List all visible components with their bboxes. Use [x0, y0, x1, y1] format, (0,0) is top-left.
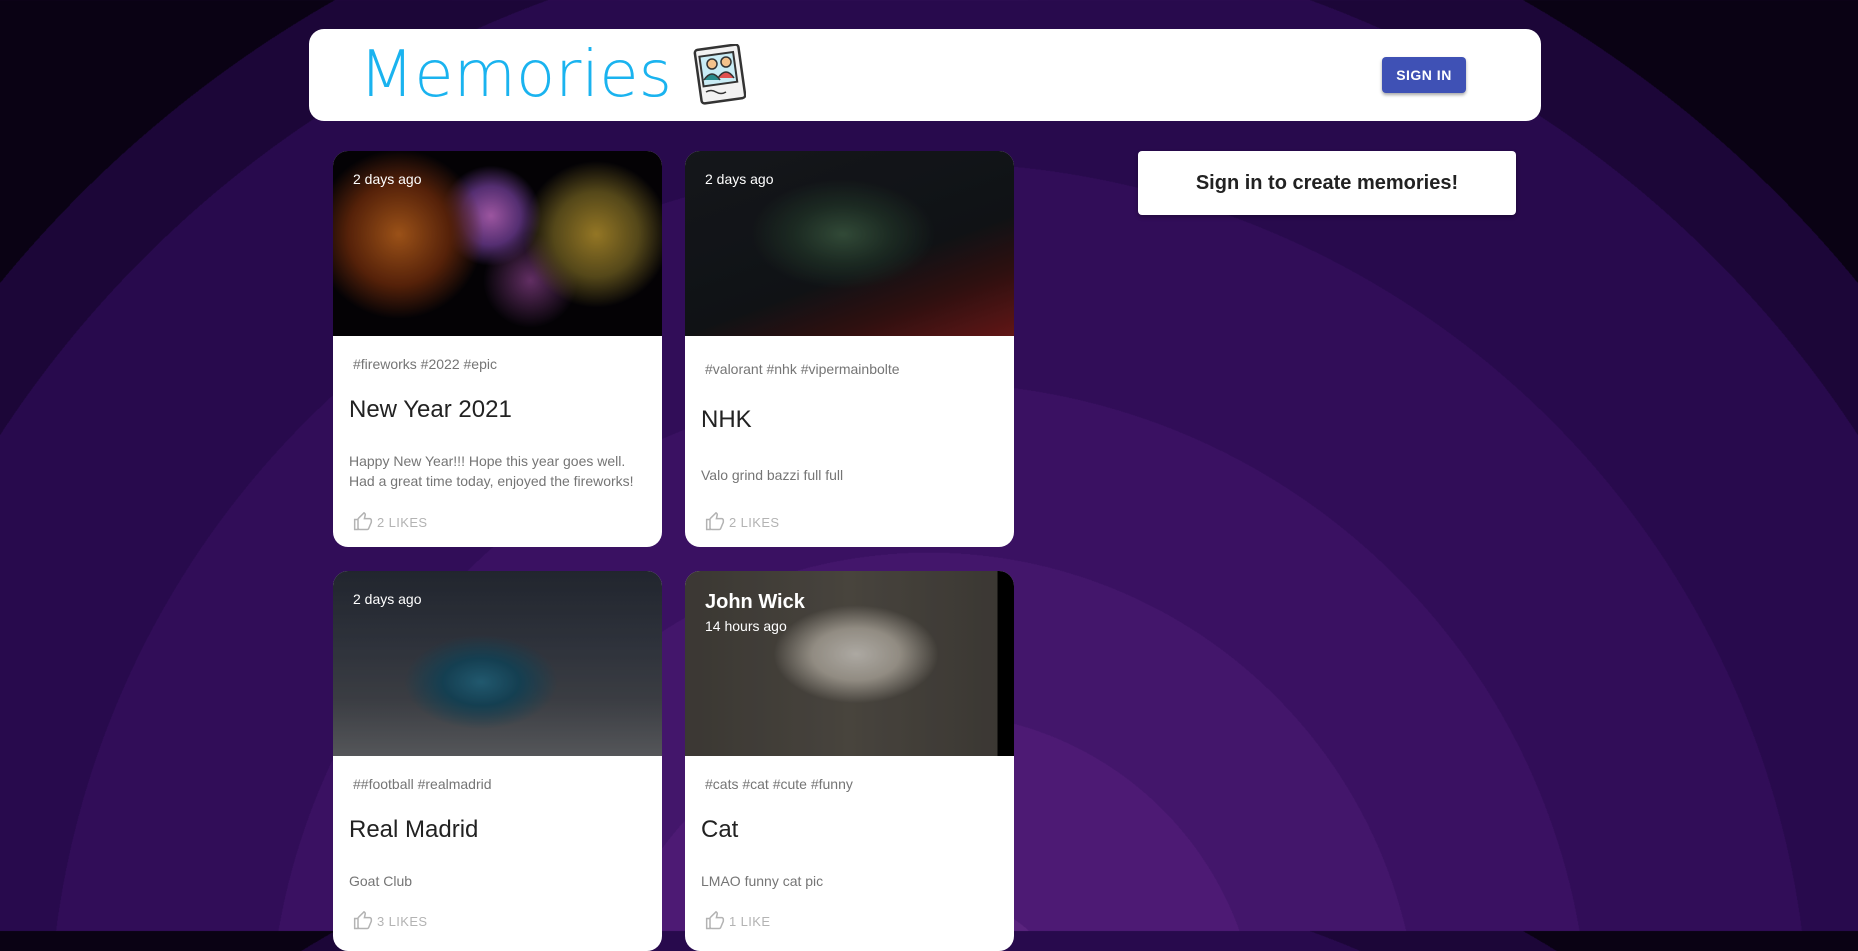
like-button[interactable]: 3 LIKES	[353, 911, 428, 931]
like-button[interactable]: 1 LIKE	[705, 911, 770, 931]
post-title: New Year 2021	[349, 396, 512, 423]
post-title: Cat	[701, 816, 739, 843]
football-image: 2 days ago	[333, 571, 662, 756]
app-bar: Memories SIGN IN	[309, 29, 1541, 121]
post-author: John Wick	[705, 591, 805, 613]
post-message: LMAO funny cat pic	[701, 873, 824, 889]
post-card[interactable]: 2 days ago #fireworks #2022 #epic New Ye…	[333, 151, 662, 547]
post-time: 2 days ago	[353, 171, 422, 187]
post-meta: 2 days ago	[353, 171, 422, 187]
post-tags: ##football #realmadrid	[353, 776, 492, 792]
brand-title[interactable]: Memories	[359, 43, 672, 107]
sign-in-button[interactable]: SIGN IN	[1382, 57, 1466, 93]
post-meta: John Wick 14 hours ago	[705, 591, 805, 634]
post-title: NHK	[701, 406, 752, 433]
like-count: 1 LIKE	[729, 913, 771, 929]
signin-prompt-text: Sign in to create memories!	[1195, 171, 1459, 194]
thumb-up-icon	[353, 911, 373, 930]
post-title: Real Madrid	[349, 816, 479, 843]
like-count: 3 LIKES	[377, 913, 428, 929]
post-time: 2 days ago	[353, 591, 422, 607]
post-message: Goat Club	[349, 873, 413, 889]
post-message: Happy New Year!!! Hope this year goes we…	[349, 453, 634, 489]
cat-image: John Wick 14 hours ago	[685, 571, 1014, 756]
like-count: 2 LIKES	[377, 514, 428, 530]
post-time: 2 days ago	[705, 171, 774, 187]
like-button[interactable]: 2 LIKES	[353, 512, 428, 532]
post-card[interactable]: 2 days ago ##football #realmadrid Real M…	[333, 571, 662, 951]
thumb-up-icon	[705, 512, 725, 531]
photo-memories-icon	[693, 44, 746, 105]
post-card[interactable]: 2 days ago #valorant #nhk #vipermainbolt…	[685, 151, 1014, 547]
thumb-up-icon	[705, 911, 725, 930]
post-meta: 2 days ago	[705, 171, 774, 187]
post-card[interactable]: John Wick 14 hours ago #cats #cat #cute …	[685, 571, 1014, 951]
thumb-up-icon	[353, 512, 373, 531]
like-count: 2 LIKES	[729, 514, 780, 530]
valorant-image: 2 days ago	[685, 151, 1014, 336]
post-tags: #valorant #nhk #vipermainbolte	[705, 361, 900, 377]
post-message: Valo grind bazzi full full	[701, 467, 844, 483]
post-tags: #cats #cat #cute #funny	[705, 776, 853, 792]
fireworks-image: 2 days ago	[333, 151, 662, 336]
post-meta: 2 days ago	[353, 591, 422, 607]
like-button[interactable]: 2 LIKES	[705, 512, 780, 532]
post-tags: #fireworks #2022 #epic	[353, 356, 497, 372]
signin-prompt-card: Sign in to create memories!	[1138, 151, 1516, 215]
post-time: 14 hours ago	[705, 618, 787, 634]
brand: Memories	[359, 39, 746, 111]
